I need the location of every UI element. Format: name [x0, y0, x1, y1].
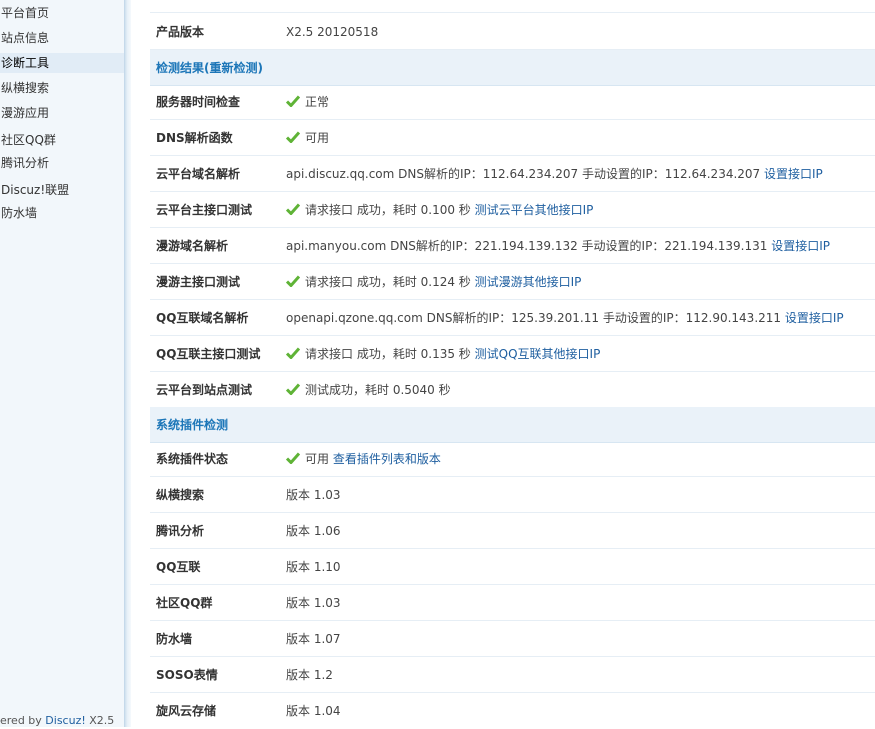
plugin-row: 旋风云存储 版本 1.04 [150, 693, 875, 729]
main-content: 产品版本 X2.5 20120518 检测结果(重新检测) 服务器时间检查 正常… [150, 0, 875, 727]
row-manyou-domain: 漫游域名解析 api.manyou.com DNS解析的IP：221.194.1… [150, 228, 875, 264]
qq-domain-value: openapi.qzone.qq.com DNS解析的IP：125.39.201… [286, 311, 782, 325]
row-product-version: 产品版本 X2.5 20120518 [150, 14, 875, 50]
plugin-row: 纵横搜索 版本 1.03 [150, 477, 875, 513]
check-icon [286, 203, 300, 215]
plugin-label: 社区QQ群 [156, 596, 213, 610]
sidebar: 平台首页 站点信息 诊断工具 纵横搜索 漫游应用 社区QQ群 腾讯分析 Disc… [0, 0, 125, 727]
cloud-domain-value: api.discuz.qq.com DNS解析的IP：112.64.234.20… [286, 167, 761, 181]
manyou-api-value: 请求接口 成功，耗时 0.124 秒 [305, 275, 471, 289]
check-icon [286, 95, 300, 107]
row-cloud-site: 云平台到站点测试 测试成功，耗时 0.5040 秒 [150, 372, 875, 408]
qq-api-label: QQ互联主接口测试 [156, 347, 261, 361]
plugin-status-value: 可用 [305, 452, 330, 466]
qq-api-value: 请求接口 成功，耗时 0.135 秒 [305, 347, 471, 361]
cloud-api-label: 云平台主接口测试 [156, 203, 253, 217]
check-icon [286, 347, 300, 359]
check-icon [286, 131, 300, 143]
plugin-row: QQ互联 版本 1.10 [150, 549, 875, 585]
cloud-domain-label: 云平台域名解析 [156, 167, 241, 181]
powered-link[interactable]: Discuz! [45, 714, 85, 727]
plugin-version: 版本 1.03 [286, 488, 341, 502]
row-cloud-api: 云平台主接口测试 请求接口 成功，耗时 0.100 秒 测试云平台其他接口IP [150, 192, 875, 228]
plugin-version: 版本 1.03 [286, 596, 341, 610]
sidebar-item-manyou-apps[interactable]: 漫游应用 [0, 103, 125, 123]
manyou-set-ip-link[interactable]: 设置接口IP [771, 239, 830, 253]
plugin-label: 旋风云存储 [156, 704, 217, 718]
dns-function-label: DNS解析函数 [156, 131, 233, 145]
powered-version: X2.5 [85, 714, 115, 727]
plugin-row: 腾讯分析 版本 1.06 [150, 513, 875, 549]
plugin-label: QQ互联 [156, 560, 201, 574]
sidebar-item-discuz-union[interactable]: Discuz!联盟 [0, 180, 125, 200]
row-qq-api: QQ互联主接口测试 请求接口 成功，耗时 0.135 秒 测试QQ互联其他接口I… [150, 336, 875, 372]
sidebar-item-qq-group[interactable]: 社区QQ群 [0, 130, 125, 150]
check-icon [286, 383, 300, 395]
plugin-label: 防水墙 [156, 632, 193, 646]
plugin-label: 纵横搜索 [156, 488, 205, 502]
plugin-status-label: 系统插件状态 [156, 452, 229, 466]
sidebar-item-firewall[interactable]: 防水墙 [0, 203, 125, 223]
row-plugin-status: 系统插件状态 可用 查看插件列表和版本 [150, 441, 875, 477]
cloud-site-value: 测试成功，耗时 0.5040 秒 [305, 383, 451, 397]
sidebar-item-platform-home[interactable]: 平台首页 [0, 3, 125, 23]
sidebar-item-search[interactable]: 纵横搜索 [0, 78, 125, 98]
plugin-version: 版本 1.04 [286, 704, 341, 718]
plugin-version: 版本 1.2 [286, 668, 333, 682]
detect-results-title[interactable]: 检测结果(重新检测) [156, 50, 263, 86]
plugin-label: SOSO表情 [156, 668, 218, 682]
dns-function-value: 可用 [305, 131, 330, 145]
row-dns-function: DNS解析函数 可用 [150, 120, 875, 156]
qq-set-ip-link[interactable]: 设置接口IP [785, 311, 844, 325]
server-time-label: 服务器时间检查 [156, 95, 241, 109]
powered-prefix: ered by [0, 714, 46, 727]
qq-domain-label: QQ互联域名解析 [156, 311, 249, 325]
product-version-value: X2.5 20120518 [286, 25, 379, 39]
cloud-api-value: 请求接口 成功，耗时 0.100 秒 [305, 203, 471, 217]
sidebar-divider [124, 0, 131, 727]
plugin-list-link[interactable]: 查看插件列表和版本 [333, 452, 441, 466]
plugin-row: 社区QQ群 版本 1.03 [150, 585, 875, 621]
row-server-time: 服务器时间检查 正常 [150, 84, 875, 120]
manyou-test-other-link[interactable]: 测试漫游其他接口IP [475, 275, 582, 289]
section-plugin-check: 系统插件检测 [150, 407, 875, 443]
sidebar-item-site-info[interactable]: 站点信息 [0, 28, 125, 48]
row-cloud-domain: 云平台域名解析 api.discuz.qq.com DNS解析的IP：112.6… [150, 156, 875, 192]
plugin-check-title: 系统插件检测 [156, 418, 229, 432]
top-divider [150, 0, 875, 13]
plugin-row: 防水墙 版本 1.07 [150, 621, 875, 657]
cloud-set-ip-link[interactable]: 设置接口IP [764, 167, 823, 181]
plugin-version: 版本 1.06 [286, 524, 341, 538]
manyou-api-label: 漫游主接口测试 [156, 275, 241, 289]
sidebar-item-diagnostic-tools[interactable]: 诊断工具 [0, 53, 125, 73]
plugin-version: 版本 1.10 [286, 560, 341, 574]
powered-by: ered by Discuz! X2.5 [0, 714, 114, 727]
section-detect-results: 检测结果(重新检测) [150, 50, 875, 86]
row-qq-domain: QQ互联域名解析 openapi.qzone.qq.com DNS解析的IP：1… [150, 300, 875, 336]
qq-test-other-link[interactable]: 测试QQ互联其他接口IP [475, 347, 601, 361]
row-manyou-api: 漫游主接口测试 请求接口 成功，耗时 0.124 秒 测试漫游其他接口IP [150, 264, 875, 300]
server-time-value: 正常 [305, 95, 330, 109]
manyou-domain-label: 漫游域名解析 [156, 239, 229, 253]
plugin-version: 版本 1.07 [286, 632, 341, 646]
cloud-test-other-link[interactable]: 测试云平台其他接口IP [475, 203, 594, 217]
plugin-label: 腾讯分析 [156, 524, 205, 538]
plugin-row: SOSO表情 版本 1.2 [150, 657, 875, 693]
product-version-label: 产品版本 [156, 25, 205, 39]
sidebar-item-tencent-analytics[interactable]: 腾讯分析 [0, 153, 125, 173]
cloud-site-label: 云平台到站点测试 [156, 383, 253, 397]
manyou-domain-value: api.manyou.com DNS解析的IP：221.194.139.132 … [286, 239, 768, 253]
check-icon [286, 275, 300, 287]
check-icon [286, 452, 300, 464]
